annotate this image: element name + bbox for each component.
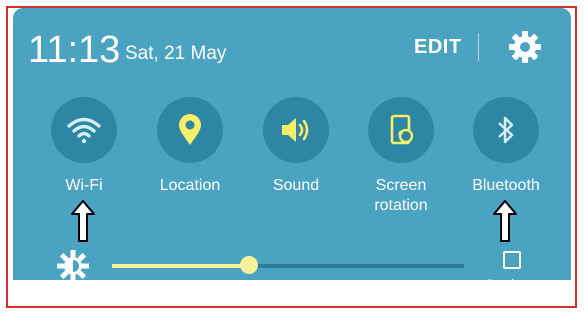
tile-wifi[interactable]: Wi-Fi — [39, 97, 129, 196]
tile-sound-label: Sound — [272, 177, 320, 194]
clock-time: 11:13 — [28, 29, 121, 71]
edit-button[interactable]: EDIT — [414, 36, 462, 59]
tile-location-label: Location — [159, 177, 221, 194]
location-icon — [179, 114, 201, 145]
tile-wifi-label: Wi-Fi — [65, 177, 103, 194]
tile-bluetooth-circle[interactable] — [473, 97, 539, 163]
sound-icon — [282, 118, 309, 142]
wifi-icon — [67, 117, 101, 144]
outdoor-label: Outdoor — [484, 276, 535, 292]
tile-location-circle[interactable] — [157, 97, 223, 163]
tile-screen-rotation[interactable]: Screen rotation — [356, 97, 446, 216]
annotation-arrow-up-icon — [71, 200, 95, 242]
brightness-slider-fill — [112, 264, 250, 268]
tile-sound-circle[interactable] — [263, 97, 329, 163]
screen-rotation-icon — [390, 114, 414, 145]
tile-screen-rotation-label: Screen rotation — [374, 177, 428, 214]
tile-bluetooth-label: Bluetooth — [472, 177, 540, 194]
annotation-arrow-up-icon — [493, 200, 517, 242]
tile-screen-rotation-circle[interactable] — [368, 97, 434, 163]
brightness-icon — [57, 250, 89, 282]
tile-sound[interactable]: Sound — [251, 97, 341, 196]
header-divider — [478, 33, 479, 61]
tile-wifi-circle[interactable] — [51, 97, 117, 163]
outdoor-checkbox[interactable] — [503, 251, 521, 269]
tile-bluetooth[interactable]: Bluetooth — [461, 97, 551, 196]
tile-location[interactable]: Location — [145, 97, 235, 196]
clock-date: Sat, 21 May — [125, 43, 227, 64]
settings-gear-icon[interactable] — [507, 29, 543, 65]
bluetooth-icon — [498, 116, 514, 144]
